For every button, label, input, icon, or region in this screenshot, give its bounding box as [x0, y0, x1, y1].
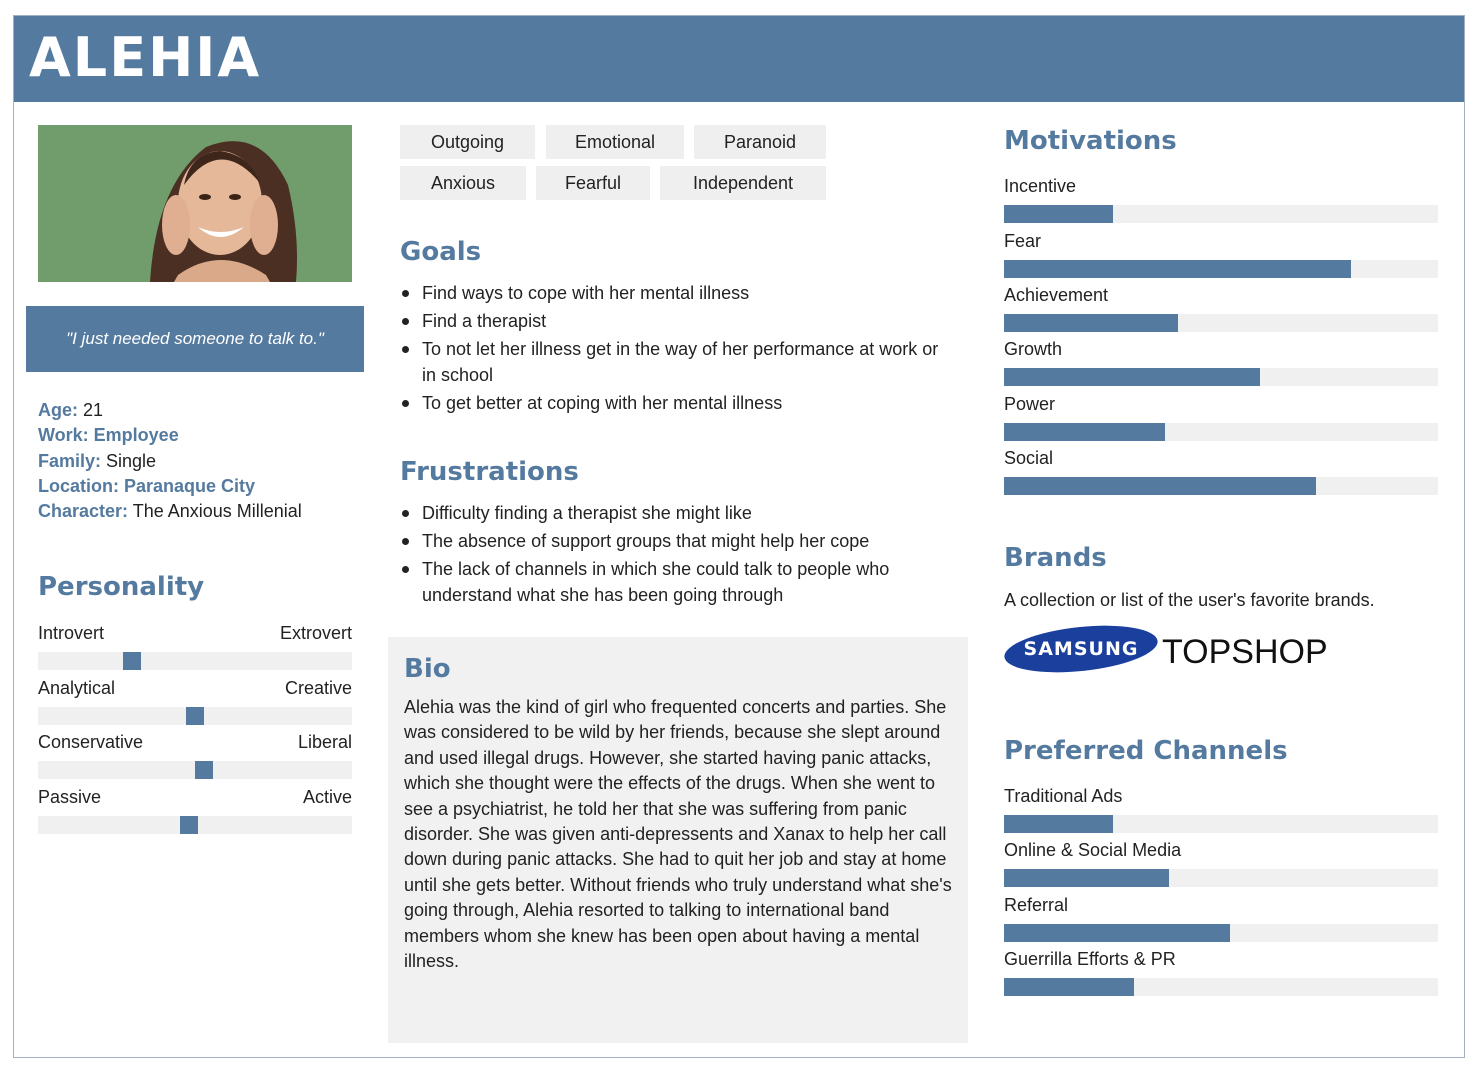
trait-tag: Emotional: [546, 125, 684, 159]
slider-thumb: [123, 652, 142, 670]
trait-tag: Paranoid: [694, 125, 826, 159]
list-item: To get better at coping with her mental …: [400, 390, 960, 416]
bio-text: Alehia was the kind of girl who frequent…: [404, 697, 952, 972]
channel-bar: Guerrilla Efforts & PR: [1004, 948, 1438, 996]
frustrations-section: Frustrations Difficulty finding a therap…: [400, 456, 960, 610]
slider-thumb: [195, 761, 214, 779]
goals-section: Goals Find ways to cope with her mental …: [400, 236, 960, 418]
topshop-logo: TOPSHOP: [1162, 633, 1328, 671]
frustrations-list: Difficulty finding a therapist she might…: [400, 500, 960, 608]
trait-tag: Fearful: [536, 166, 650, 200]
motivation-bar: Incentive: [1004, 175, 1438, 223]
portrait-image: [38, 125, 352, 282]
motivation-bar: Achievement: [1004, 284, 1438, 332]
personality-title: Personality: [38, 572, 205, 602]
persona-photo: [38, 125, 352, 282]
bar-track: [1004, 368, 1438, 386]
slider-track: [38, 761, 352, 779]
trait-tag: Independent: [660, 166, 826, 200]
bar-fill: [1004, 205, 1113, 223]
slider-introvert-extrovert: Introvert Extrovert: [38, 622, 352, 670]
bar-fill: [1004, 978, 1135, 996]
bar-fill: [1004, 260, 1352, 278]
motivation-bar: Power: [1004, 393, 1438, 441]
bar-fill: [1004, 423, 1165, 441]
bar-fill: [1004, 815, 1113, 833]
channel-bar: Online & Social Media: [1004, 839, 1438, 887]
list-item: Difficulty finding a therapist she might…: [400, 500, 960, 526]
persona-name: ALEHIA: [29, 26, 262, 89]
motivation-bar: Fear: [1004, 230, 1438, 278]
brand-logos: SAMSUNG TOPSHOP: [1004, 620, 1334, 680]
bar-fill: [1004, 869, 1169, 887]
list-item: The absence of support groups that might…: [400, 528, 960, 554]
detail-character: Character: The Anxious Millenial: [38, 501, 302, 522]
samsung-logo: SAMSUNG: [1004, 625, 1158, 673]
detail-work: Work: Employee: [38, 425, 179, 446]
svg-text:TOPSHOP: TOPSHOP: [1162, 633, 1328, 671]
detail-family: Family: Single: [38, 450, 157, 471]
slider-thumb: [179, 816, 198, 834]
bio-title: Bio: [404, 654, 451, 684]
svg-text:SAMSUNG: SAMSUNG: [1024, 638, 1139, 660]
bar-track: [1004, 260, 1438, 278]
channel-bar: Traditional Ads: [1004, 785, 1438, 833]
channel-bar: Referral: [1004, 894, 1438, 942]
bar-track: [1004, 815, 1438, 833]
slider-thumb: [186, 707, 204, 725]
header-bar: ALEHIA: [14, 16, 1464, 102]
frustrations-title: Frustrations: [400, 457, 579, 487]
bar-track: [1004, 314, 1438, 332]
persona-card: ALEHIA "I just needed someone to talk to…: [13, 15, 1465, 1058]
goals-title: Goals: [400, 237, 482, 267]
brands-title: Brands: [1004, 543, 1107, 573]
bar-track: [1004, 477, 1438, 495]
bio-panel: Bio Alehia was the kind of girl who freq…: [388, 637, 968, 1043]
slider-track: [38, 707, 352, 725]
persona-quote: "I just needed someone to talk to.": [26, 306, 364, 372]
persona-details: Age: 21 Work: Employee Family: Single Lo…: [38, 398, 358, 524]
bar-fill: [1004, 477, 1317, 495]
channels-title: Preferred Channels: [1004, 736, 1288, 766]
bar-track: [1004, 978, 1438, 996]
slider-analytical-creative: Analytical Creative: [38, 677, 352, 725]
bar-fill: [1004, 924, 1230, 942]
bar-track: [1004, 205, 1438, 223]
trait-tag: Outgoing: [400, 125, 535, 159]
slider-passive-active: Passive Active: [38, 786, 352, 834]
brands-description: A collection or list of the user's favor…: [1004, 590, 1375, 610]
list-item: To not let her illness get in the way of…: [400, 336, 940, 388]
motivation-bar: Social: [1004, 447, 1438, 495]
slider-track: [38, 652, 352, 670]
slider-track: [38, 816, 352, 834]
goals-list: Find ways to cope with her mental illnes…: [400, 280, 960, 416]
detail-location: Location: Paranaque City: [38, 475, 256, 496]
detail-age: Age: 21: [38, 400, 104, 420]
bar-track: [1004, 924, 1438, 942]
bar-track: [1004, 423, 1438, 441]
motivation-bar: Growth: [1004, 338, 1438, 386]
slider-conservative-liberal: Conservative Liberal: [38, 731, 352, 779]
list-item: Find ways to cope with her mental illnes…: [400, 280, 960, 306]
list-item: Find a therapist: [400, 308, 960, 334]
bar-fill: [1004, 314, 1178, 332]
list-item: The lack of channels in which she could …: [400, 556, 920, 608]
motivations-title: Motivations: [1004, 126, 1177, 156]
bar-track: [1004, 869, 1438, 887]
bar-fill: [1004, 368, 1261, 386]
trait-tag: Anxious: [400, 166, 526, 200]
